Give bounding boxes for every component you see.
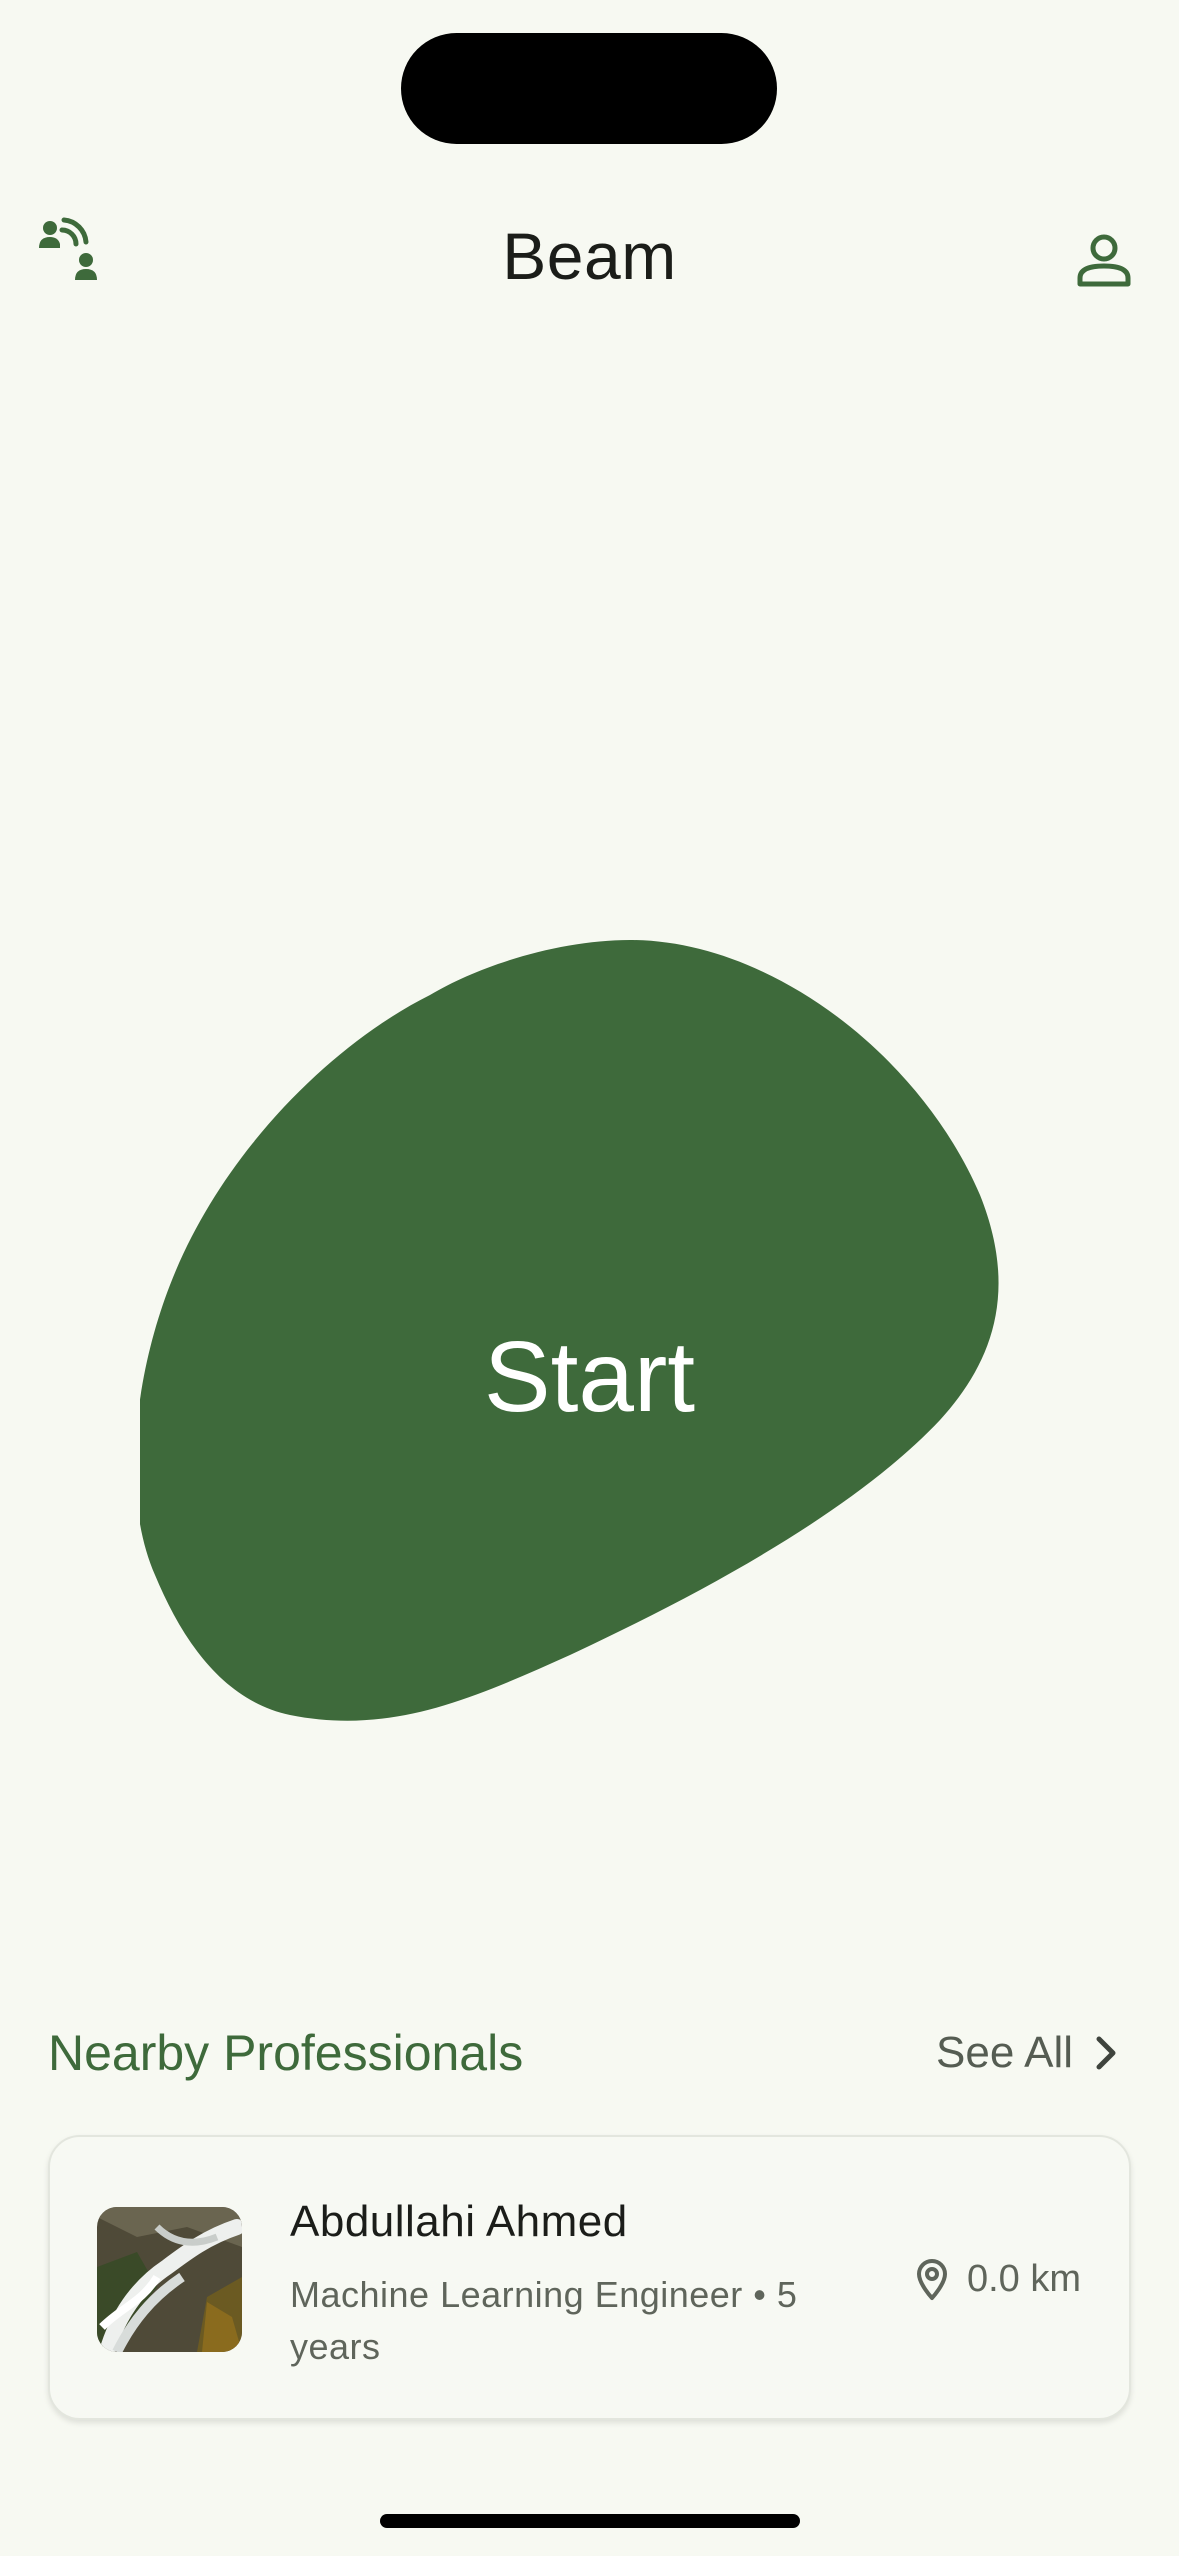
- person-icon[interactable]: [1076, 232, 1132, 288]
- professional-subtitle: Machine Learning Engineer • 5 years: [290, 2274, 798, 2367]
- waterfall-photo: [97, 2207, 242, 2352]
- distance: 0.0 km: [915, 2257, 1081, 2301]
- professional-name: Abdullahi Ahmed: [290, 2197, 628, 2246]
- app-title: Beam: [502, 219, 677, 293]
- professional-card[interactable]: Abdullahi Ahmed Machine Learning Enginee…: [48, 2135, 1131, 2420]
- section-title: Nearby Professionals: [48, 2025, 524, 2081]
- home-indicator[interactable]: [380, 2514, 800, 2528]
- see-all-button[interactable]: See All: [936, 2028, 1131, 2078]
- see-all-label: See All: [936, 2028, 1073, 2077]
- screen: Beam Start Nearby Professionals See All: [0, 0, 1179, 2556]
- location-pin-icon: [916, 2259, 947, 2300]
- avatar: [97, 2207, 242, 2352]
- dynamic-island: [401, 33, 777, 144]
- start-button[interactable]: [140, 935, 1070, 1825]
- chevron-right-icon: [1096, 2036, 1116, 2070]
- nearby-section-header: Nearby Professionals See All: [48, 2018, 1131, 2088]
- distance-label: 0.0 km: [966, 2257, 1081, 2300]
